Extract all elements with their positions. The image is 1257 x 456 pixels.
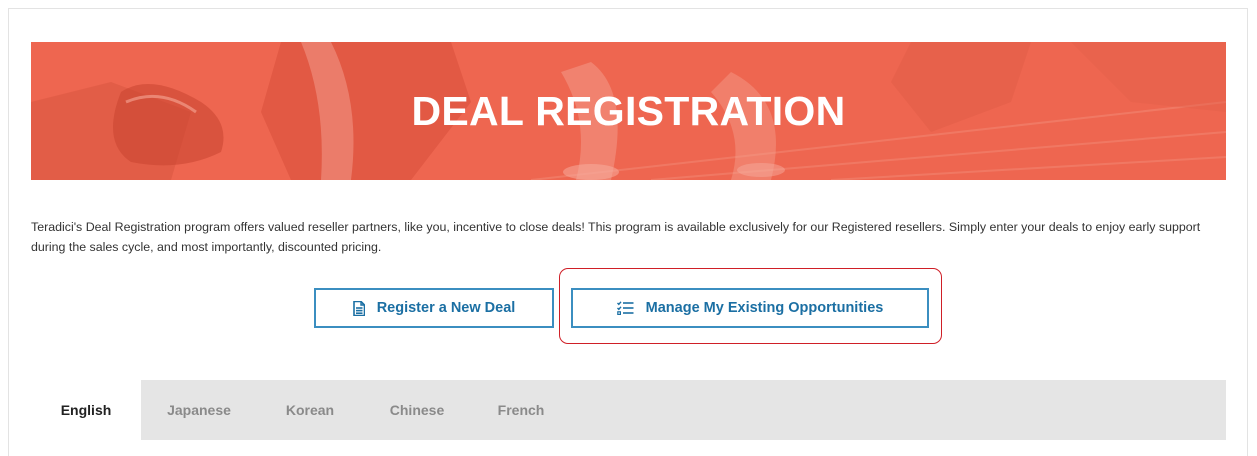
tab-japanese[interactable]: Japanese: [141, 380, 257, 440]
tab-korean[interactable]: Korean: [257, 380, 363, 440]
manage-opportunities-button[interactable]: Manage My Existing Opportunities: [571, 288, 929, 328]
register-new-deal-label: Register a New Deal: [376, 300, 516, 316]
intro-paragraph: Teradici's Deal Registration program off…: [31, 220, 1201, 254]
tab-french[interactable]: French: [471, 380, 571, 440]
document-icon: [352, 300, 365, 316]
tab-chinese[interactable]: Chinese: [363, 380, 471, 440]
checklist-icon: [616, 301, 634, 315]
tab-english[interactable]: English: [31, 380, 141, 440]
hero-banner: DEAL REGISTRATION: [31, 42, 1226, 180]
language-tabs: English Japanese Korean Chinese French: [31, 380, 1226, 440]
manage-opportunities-label: Manage My Existing Opportunities: [645, 300, 884, 316]
banner-title: DEAL REGISTRATION: [411, 88, 846, 134]
tab-content-panel: [31, 440, 1226, 456]
register-new-deal-button[interactable]: Register a New Deal: [314, 288, 554, 328]
